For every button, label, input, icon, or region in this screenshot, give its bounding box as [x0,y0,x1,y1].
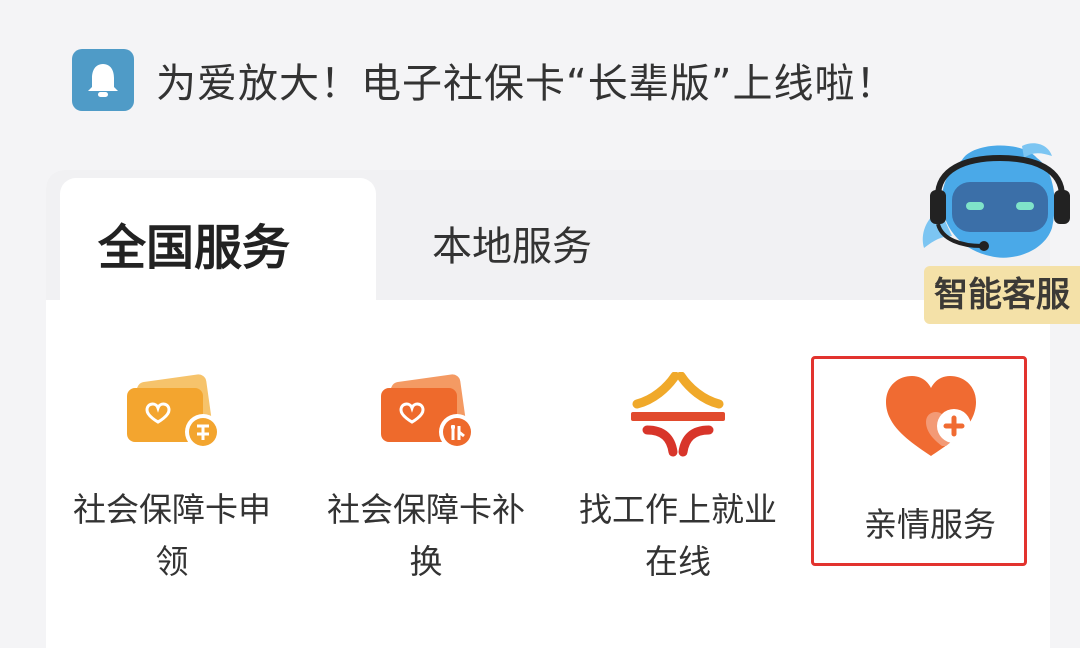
smart-customer-service-label: 智能客服 [924,266,1080,324]
job-search-icon [623,371,733,458]
notice-bar[interactable]: 为爱放大！电子社保卡“长辈版”上线啦！ [72,48,1012,112]
service-label-line1: 社会保障卡申 [73,490,271,529]
service-label-line1: 社会保障卡补 [327,490,525,529]
service-label: 亲情服务 [864,505,996,544]
family-service-icon [876,372,986,458]
robot-mascot-icon [922,143,1070,258]
smart-customer-service[interactable]: 智能客服 [912,140,1080,326]
service-label-line2: 领 [155,542,189,581]
page: 为爱放大！电子社保卡“长辈版”上线啦！ 全国服务 本地服务 智能客服 社会保障卡… [0,0,1080,648]
notice-text: 为爱放大！电子社保卡“长辈版”上线啦！ [156,61,897,107]
service-label: 找工作上就业 在线 [558,484,798,588]
tab-national-services[interactable]: 全国服务 [98,208,290,278]
card-replace-icon [371,372,481,458]
service-label-line2: 在线 [645,542,711,581]
bell-icon [72,49,134,111]
service-card-apply[interactable]: 社会保障卡申 领 [52,360,292,588]
service-job-search[interactable]: 找工作上就业 在线 [558,360,798,588]
service-label-line1: 找工作上就业 [579,490,777,529]
service-family[interactable]: 亲情服务 [811,360,1051,546]
service-label: 社会保障卡申 领 [52,484,292,588]
card-apply-icon [117,372,227,458]
service-label: 社会保障卡补 换 [306,484,546,588]
tab-local-services[interactable]: 本地服务 [432,214,592,272]
service-label-line2: 换 [409,542,443,581]
service-card-replace[interactable]: 社会保障卡补 换 [306,360,546,588]
